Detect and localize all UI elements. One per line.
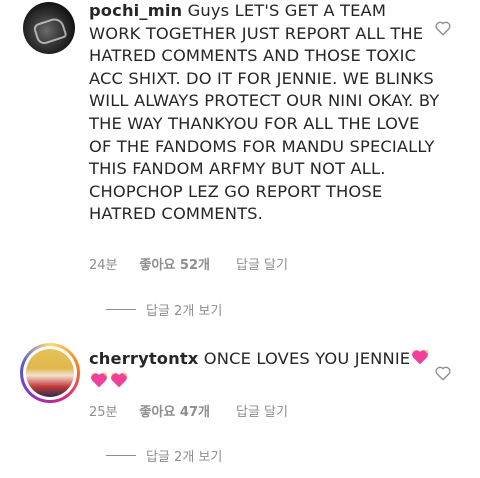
username-link[interactable]: pochi_min	[89, 1, 182, 20]
sparkling-heart-emoji-icon	[91, 372, 107, 387]
avatar-photo	[26, 349, 74, 397]
avatar[interactable]	[20, 343, 80, 403]
comment-body: cherrytontx ONCE LOVES YOU JENNIE	[89, 348, 441, 393]
comment-meta: 24분 좋아요 52개 답글 달기	[89, 254, 288, 273]
sparkling-heart-emoji-icon	[111, 372, 127, 387]
username-link[interactable]: cherrytontx	[89, 349, 198, 368]
comment-text: Guys LET'S GET A TEAM WORK TOGETHER JUST…	[89, 1, 440, 224]
heart-outline-icon[interactable]	[434, 19, 452, 37]
comment-meta: 25분 좋아요 47개 답글 달기	[89, 401, 288, 420]
avatar-photo	[32, 15, 68, 47]
replies-divider-line	[106, 455, 136, 456]
view-replies-label: 답글 2개 보기	[146, 304, 223, 319]
comment-text: ONCE LOVES YOU JENNIE	[203, 349, 411, 368]
reply-button[interactable]: 답글 달기	[236, 401, 288, 420]
timestamp: 24분	[89, 258, 118, 273]
replies-divider-line	[106, 309, 136, 310]
avatar[interactable]	[23, 2, 75, 54]
view-replies-label: 답글 2개 보기	[146, 450, 223, 465]
reply-button[interactable]: 답글 달기	[236, 254, 288, 273]
view-replies-button[interactable]: 답글 2개 보기	[106, 446, 222, 465]
comment-body: pochi_min Guys LET'S GET A TEAM WORK TOG…	[89, 0, 441, 226]
sparkling-heart-emoji-icon	[412, 349, 429, 365]
view-replies-button[interactable]: 답글 2개 보기	[106, 300, 222, 319]
likes-count[interactable]: 좋아요 52개	[140, 254, 210, 273]
likes-count[interactable]: 좋아요 47개	[140, 401, 210, 420]
timestamp: 25분	[89, 405, 118, 420]
heart-outline-icon[interactable]	[434, 364, 452, 382]
